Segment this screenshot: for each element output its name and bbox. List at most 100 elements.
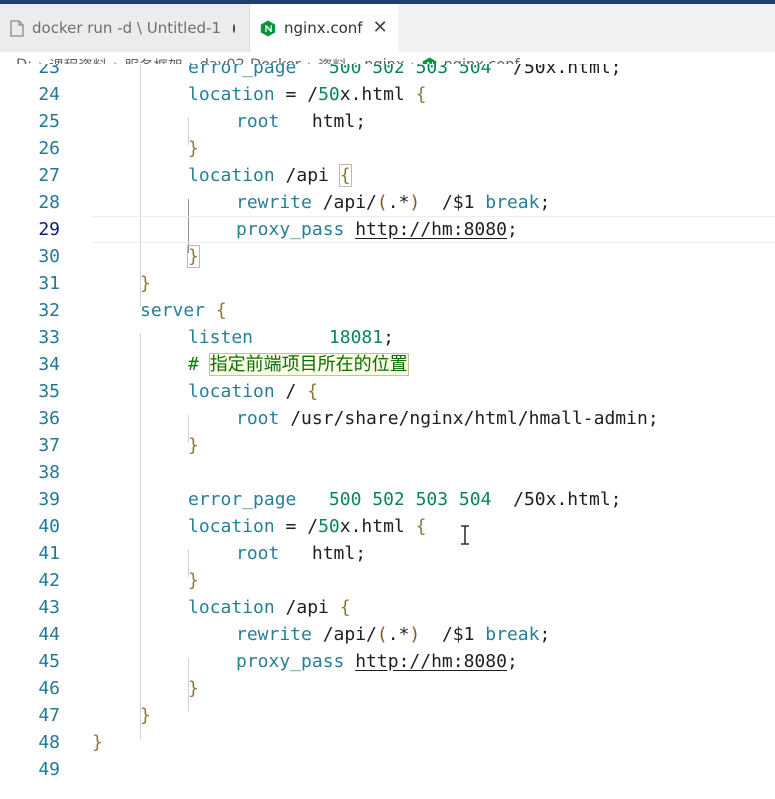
- code-line[interactable]: 38: [0, 459, 775, 486]
- code-token: 指定前端项目所在的位置: [208, 353, 409, 376]
- code-token: html;: [279, 111, 367, 132]
- code-token: root: [236, 408, 280, 429]
- line-number: 49: [38, 759, 60, 780]
- code-text: server {: [140, 297, 227, 324]
- code-token: location: [188, 516, 275, 537]
- code-line[interactable]: 31}: [0, 270, 775, 297]
- code-line[interactable]: 43 location /api {: [0, 594, 775, 621]
- code-token: http://hm:: [355, 651, 464, 672]
- code-line[interactable]: 25 root html;: [0, 108, 775, 135]
- code-token: root: [236, 111, 280, 132]
- code-token: (: [376, 192, 388, 213]
- line-number: 44: [38, 624, 60, 645]
- code-token: proxy_pass: [236, 219, 345, 240]
- code-token: }: [92, 732, 103, 753]
- code-token: = /: [274, 84, 319, 105]
- code-line[interactable]: 39 error_page 500 502 503 504 /50x.html;: [0, 486, 775, 513]
- code-text: location = /50x.html {: [188, 81, 426, 108]
- tab-label: docker run -d \ Untitled-1: [32, 19, 222, 37]
- code-line[interactable]: 23 error_page 500 502 503 504 /50x.html;: [0, 64, 775, 81]
- line-number: 40: [38, 516, 60, 537]
- code-token: ): [409, 624, 421, 645]
- code-token: /: [274, 381, 308, 402]
- code-editor[interactable]: 23 error_page 500 502 503 504 /50x.html; 2…: [0, 64, 775, 799]
- code-token: {: [338, 164, 352, 187]
- code-token: }: [140, 705, 151, 726]
- code-token: 500 502 503 504: [328, 489, 492, 510]
- line-number: 46: [38, 678, 60, 699]
- line-number: 42: [38, 570, 60, 591]
- code-token: }: [188, 435, 199, 456]
- line-number: 47: [38, 705, 60, 726]
- code-token: /api: [274, 597, 340, 618]
- code-token: location: [188, 597, 275, 618]
- text-cursor-icon: [461, 525, 469, 545]
- code-line[interactable]: 49: [0, 756, 775, 783]
- code-token: 18081: [328, 327, 384, 348]
- code-line[interactable]: 36 root /usr/share/nginx/html/hmall-admin…: [0, 405, 775, 432]
- code-line[interactable]: 44 rewrite /api/(.*) /$1 break;: [0, 621, 775, 648]
- code-token: x.html: [339, 84, 416, 105]
- code-line[interactable]: 41 root html;: [0, 540, 775, 567]
- code-token: {: [215, 300, 227, 321]
- code-text: }: [140, 270, 151, 297]
- code-line[interactable]: 29 proxy_pass http://hm:8080;: [0, 216, 775, 243]
- code-token: {: [415, 516, 427, 537]
- code-text: }: [140, 702, 151, 729]
- line-number: 41: [38, 543, 60, 564]
- code-line[interactable]: 40 location = /50x.html {: [0, 513, 775, 540]
- code-line[interactable]: 28 rewrite /api/(.*) /$1 break;: [0, 189, 775, 216]
- code-token: #: [188, 354, 210, 375]
- code-line[interactable]: 30}: [0, 243, 775, 270]
- code-token: 500 502 503 504: [328, 64, 492, 78]
- code-text: listen 18081;: [188, 324, 394, 351]
- line-number: 29: [38, 219, 60, 240]
- code-token: ;: [506, 219, 518, 240]
- unsaved-dot-icon[interactable]: [233, 23, 235, 33]
- code-token: html;: [279, 543, 367, 564]
- code-line[interactable]: 48}: [0, 729, 775, 756]
- tab-untitled-1[interactable]: docker run -d \ Untitled-1: [0, 4, 250, 52]
- line-number: 23: [38, 64, 60, 78]
- code-token: break: [485, 624, 540, 645]
- code-token: }: [188, 570, 199, 591]
- file-icon: [10, 19, 24, 37]
- code-token: rewrite: [236, 624, 312, 645]
- code-text: rewrite /api/(.*) /$1 break;: [236, 189, 550, 216]
- code-line[interactable]: 26}: [0, 135, 775, 162]
- code-token: {: [415, 84, 427, 105]
- code-line[interactable]: 32 server {: [0, 297, 775, 324]
- code-line[interactable]: 46}: [0, 675, 775, 702]
- code-token: 50: [318, 84, 340, 105]
- code-token: (: [376, 624, 388, 645]
- code-line[interactable]: 37}: [0, 432, 775, 459]
- line-number: 38: [38, 462, 60, 483]
- code-token: /$1: [420, 192, 486, 213]
- code-line[interactable]: 33 listen 18081;: [0, 324, 775, 351]
- code-token: {: [339, 597, 351, 618]
- line-number: 39: [38, 489, 60, 510]
- code-line[interactable]: 24 location = /50x.html {: [0, 81, 775, 108]
- code-line[interactable]: 34 # 指定前端项目所在的位置: [0, 351, 775, 378]
- code-line[interactable]: 45 proxy_pass http://hm:8080;: [0, 648, 775, 675]
- code-line[interactable]: 35 location / {: [0, 378, 775, 405]
- code-text: location = /50x.html {: [188, 513, 426, 540]
- code-text: rewrite /api/(.*) /$1 break;: [236, 621, 550, 648]
- code-token: }: [140, 273, 151, 294]
- tab-nginx-conf[interactable]: nginx.conf ✕: [250, 4, 398, 52]
- code-token: 50: [318, 516, 340, 537]
- line-number: 48: [38, 732, 60, 753]
- close-tab-icon[interactable]: ✕: [373, 19, 388, 37]
- code-line[interactable]: 42}: [0, 567, 775, 594]
- code-token: ;: [383, 327, 394, 348]
- code-token: }: [188, 678, 199, 699]
- code-token: http://hm:: [355, 219, 464, 240]
- code-line[interactable]: 47}: [0, 702, 775, 729]
- code-token: root: [236, 543, 280, 564]
- line-number: 28: [38, 192, 60, 213]
- code-line[interactable]: 27 location /api {: [0, 162, 775, 189]
- code-token: ;: [506, 651, 518, 672]
